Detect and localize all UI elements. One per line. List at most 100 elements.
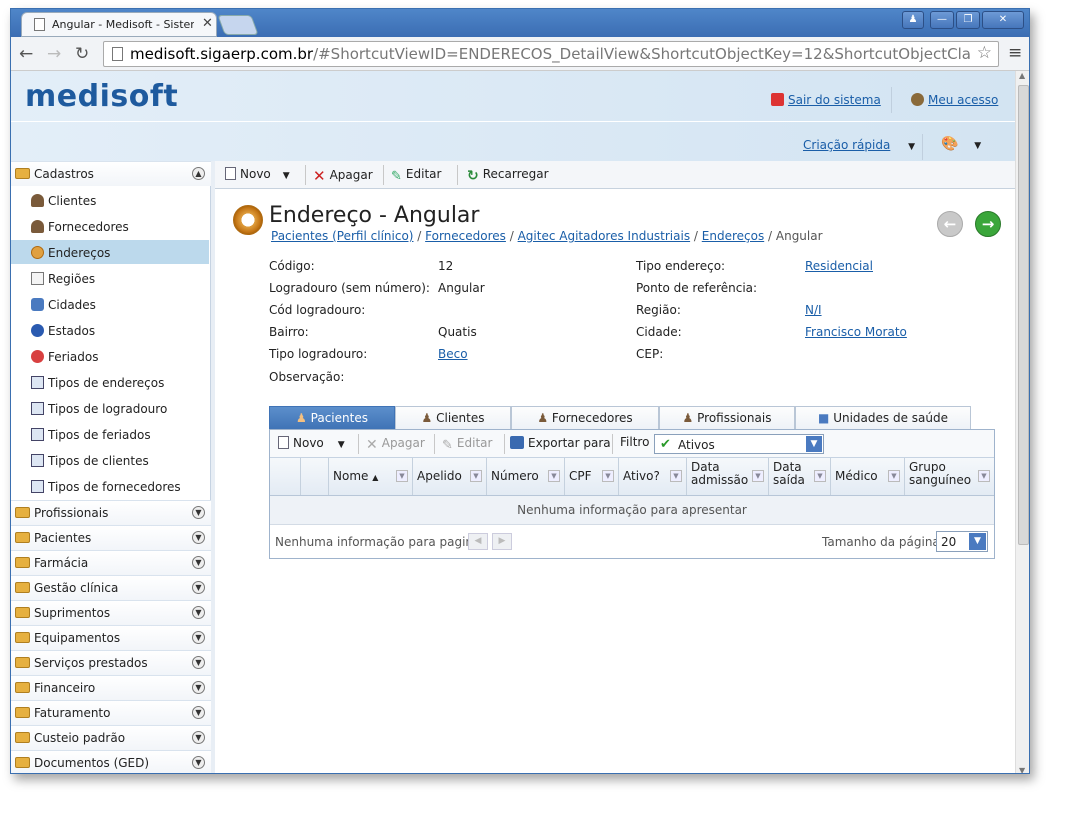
- grid-edit-button[interactable]: ✎ Editar: [442, 436, 492, 453]
- minimize-button[interactable]: —: [930, 11, 954, 29]
- filter-icon[interactable]: ▼: [396, 470, 408, 482]
- restore-button[interactable]: ❐: [956, 11, 980, 29]
- column-header-cpf[interactable]: CPF ▼: [564, 458, 618, 495]
- sidebar-item-tipos-feriados[interactable]: Tipos de feriados: [11, 422, 209, 446]
- quick-create-menu[interactable]: Criação rápida ▼: [803, 138, 915, 152]
- nav-group[interactable]: Farmácia ▼: [11, 550, 211, 575]
- page-size-select[interactable]: 20 ▼: [936, 531, 988, 552]
- sidebar-item-clientes[interactable]: Clientes: [11, 188, 209, 212]
- page-scrollbar[interactable]: ▲ ▼: [1015, 71, 1029, 773]
- sidebar-item-tipos-enderecos[interactable]: Tipos de endereços: [11, 370, 209, 394]
- column-header-medico[interactable]: Médico ▼: [830, 458, 904, 495]
- close-window-button[interactable]: ✕: [982, 11, 1024, 29]
- tab-unidades-saude[interactable]: ■ Unidades de saúde: [795, 406, 971, 429]
- theme-menu[interactable]: 🎨 ▼: [941, 136, 981, 152]
- nav-group[interactable]: Custeio padrão ▼: [11, 725, 211, 750]
- expand-icon[interactable]: ▼: [192, 631, 205, 644]
- filter-icon[interactable]: ▼: [888, 470, 900, 482]
- nav-group[interactable]: Suprimentos ▼: [11, 600, 211, 625]
- tab-clientes[interactable]: ♟ Clientes: [395, 406, 511, 429]
- next-record-icon[interactable]: →: [975, 211, 1001, 237]
- prev-page-icon[interactable]: ◀: [468, 533, 488, 550]
- filter-icon[interactable]: ▼: [814, 470, 826, 482]
- filter-icon[interactable]: ▼: [978, 470, 990, 482]
- nav-group[interactable]: Serviços prestados ▼: [11, 650, 211, 675]
- new-button[interactable]: Novo ▼: [225, 167, 290, 181]
- sidebar-item-cidades[interactable]: Cidades: [11, 292, 209, 316]
- filter-icon[interactable]: ▼: [470, 470, 482, 482]
- my-access-link[interactable]: Meu acesso: [911, 93, 998, 107]
- edit-button[interactable]: ✎ Editar: [391, 167, 441, 184]
- sidebar-item-estados[interactable]: Estados: [11, 318, 209, 342]
- filter-icon[interactable]: ▼: [548, 470, 560, 482]
- menu-icon[interactable]: ≡: [1008, 43, 1022, 63]
- column-header-grupo-sanguineo[interactable]: Grupo sanguíneo ▼: [904, 458, 994, 495]
- dropdown-icon[interactable]: ▼: [806, 436, 822, 452]
- previous-record-icon[interactable]: ←: [937, 211, 963, 237]
- breadcrumb-link[interactable]: Pacientes (Perfil clínico): [271, 229, 413, 243]
- user-icon[interactable]: ♟: [902, 11, 924, 29]
- expand-icon[interactable]: ▼: [192, 681, 205, 694]
- regiao-link[interactable]: N/I: [805, 303, 822, 317]
- quick-create-label[interactable]: Criação rápida: [803, 138, 890, 152]
- expand-icon[interactable]: ▼: [192, 556, 205, 569]
- grid-new-button[interactable]: Novo ▼: [278, 436, 345, 450]
- reload-icon[interactable]: ↻: [75, 44, 89, 64]
- logout-label[interactable]: Sair do sistema: [788, 93, 881, 107]
- column-header-data-saida[interactable]: Data saída ▼: [768, 458, 830, 495]
- filter-select[interactable]: ✔ Ativos ▼: [654, 434, 824, 454]
- nav-group-cadastros[interactable]: Cadastros ▲: [11, 161, 211, 186]
- expand-icon[interactable]: ▼: [192, 506, 205, 519]
- expand-icon[interactable]: ▼: [192, 756, 205, 769]
- nav-group[interactable]: Pacientes ▼: [11, 525, 211, 550]
- forward-icon[interactable]: →: [47, 44, 61, 64]
- collapse-icon[interactable]: ▲: [192, 167, 205, 180]
- tab-fornecedores[interactable]: ♟ Fornecedores: [511, 406, 659, 429]
- expand-icon[interactable]: ▼: [192, 656, 205, 669]
- nav-group[interactable]: Gestão clínica ▼: [11, 575, 211, 600]
- sidebar-item-tipos-clientes[interactable]: Tipos de clientes: [11, 448, 209, 472]
- delete-button[interactable]: ✕ Apagar: [313, 167, 373, 185]
- grid-delete-button[interactable]: ✕ Apagar: [366, 436, 425, 453]
- my-access-label[interactable]: Meu acesso: [928, 93, 998, 107]
- sidebar-item-tipos-logradouro[interactable]: Tipos de logradouro: [11, 396, 209, 420]
- export-button[interactable]: Exportar para: [510, 436, 611, 450]
- filter-icon[interactable]: ▼: [670, 470, 682, 482]
- new-tab-button[interactable]: [217, 15, 259, 35]
- tipo-logradouro-link[interactable]: Beco: [438, 347, 468, 361]
- nav-group[interactable]: Profissionais ▼: [11, 500, 211, 525]
- sidebar-item-tipos-fornecedores[interactable]: Tipos de fornecedores: [11, 474, 209, 498]
- tab-profissionais[interactable]: ♟ Profissionais: [659, 406, 795, 429]
- nav-group[interactable]: Equipamentos ▼: [11, 625, 211, 650]
- cidade-link[interactable]: Francisco Morato: [805, 325, 907, 339]
- filter-icon[interactable]: ▼: [602, 470, 614, 482]
- breadcrumb-link[interactable]: Endereços: [702, 229, 764, 243]
- close-tab-icon[interactable]: ✕: [202, 16, 213, 31]
- column-header-ativo[interactable]: Ativo? ▼: [618, 458, 686, 495]
- url-field[interactable]: medisoft.sigaerp.com.br/#ShortcutViewID=…: [103, 41, 999, 67]
- scrollbar-thumb[interactable]: [1018, 85, 1029, 545]
- breadcrumb-link[interactable]: Agitec Agitadores Industriais: [518, 229, 691, 243]
- logout-link[interactable]: Sair do sistema: [771, 93, 881, 107]
- expand-icon[interactable]: ▼: [192, 706, 205, 719]
- sidebar-item-fornecedores[interactable]: Fornecedores: [11, 214, 209, 238]
- sidebar-item-regioes[interactable]: Regiões: [11, 266, 209, 290]
- expand-icon[interactable]: ▼: [192, 531, 205, 544]
- nav-group[interactable]: Faturamento ▼: [11, 700, 211, 725]
- column-header-nome[interactable]: Nome ▲ ▼: [328, 458, 412, 495]
- sidebar-item-feriados[interactable]: Feriados: [11, 344, 209, 368]
- filter-icon[interactable]: ▼: [752, 470, 764, 482]
- browser-tab[interactable]: Angular - Medisoft - Sistema ✕: [21, 12, 217, 37]
- column-header-numero[interactable]: Número ▼: [486, 458, 564, 495]
- back-icon[interactable]: ←: [19, 44, 33, 64]
- tipo-endereco-link[interactable]: Residencial: [805, 259, 873, 273]
- dropdown-icon[interactable]: ▼: [969, 533, 986, 550]
- expand-icon[interactable]: ▼: [192, 606, 205, 619]
- nav-group[interactable]: Financeiro ▼: [11, 675, 211, 700]
- reload-button[interactable]: ↻ Recarregar: [467, 167, 549, 184]
- expand-icon[interactable]: ▼: [192, 731, 205, 744]
- next-page-icon[interactable]: ▶: [492, 533, 512, 550]
- expand-icon[interactable]: ▼: [192, 581, 205, 594]
- tab-pacientes[interactable]: ♟ Pacientes: [269, 406, 395, 429]
- bookmark-star-icon[interactable]: ☆: [977, 43, 992, 63]
